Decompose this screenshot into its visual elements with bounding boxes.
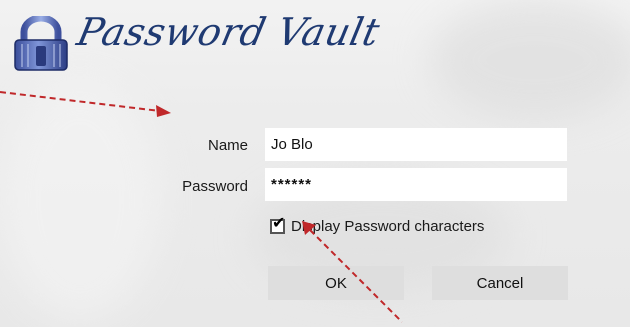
app-title: Password Vault (73, 10, 384, 54)
password-field[interactable] (265, 168, 567, 201)
arrowhead-icon (156, 105, 171, 117)
ok-button[interactable]: OK (268, 266, 404, 300)
display-password-checkbox[interactable]: ✔ (270, 215, 285, 234)
background-blot (0, 80, 160, 320)
name-field[interactable] (265, 128, 567, 161)
display-password-label: Display Password characters (291, 218, 485, 235)
checkmark-icon: ✔ (272, 213, 286, 232)
cancel-button[interactable]: Cancel (432, 266, 568, 300)
name-label: Name (207, 137, 248, 154)
password-label: Password (182, 178, 248, 195)
lock-icon (10, 14, 72, 72)
background-blot (430, 0, 630, 120)
display-password-option[interactable]: ✔ Display Password characters (270, 215, 485, 235)
